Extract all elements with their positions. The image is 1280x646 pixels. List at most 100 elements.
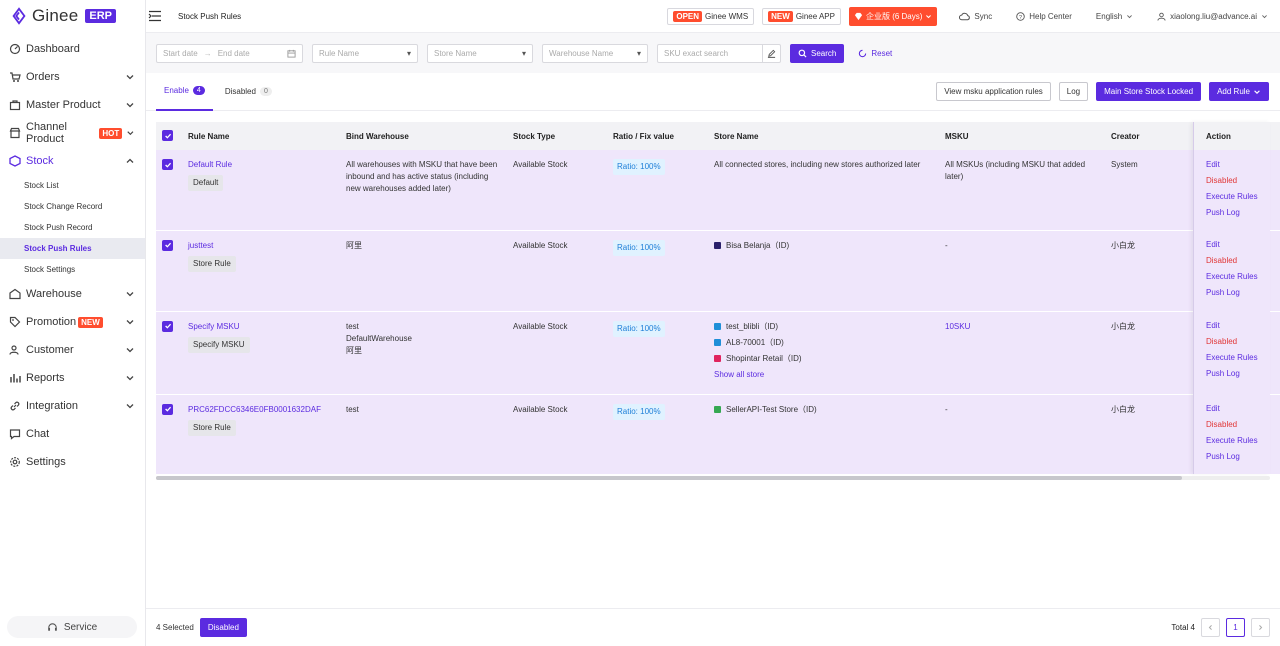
warehouse-name-placeholder: Warehouse Name bbox=[549, 48, 614, 58]
help-icon: ? bbox=[1016, 11, 1025, 20]
edit-link[interactable]: Edit bbox=[1206, 403, 1270, 415]
submenu-stock-push-record[interactable]: Stock Push Record bbox=[0, 217, 145, 238]
log-button[interactable]: Log bbox=[1058, 82, 1089, 101]
edit-link[interactable]: Edit bbox=[1206, 159, 1270, 171]
rule-name-link[interactable]: Specify MSKU bbox=[188, 321, 334, 333]
page-button[interactable]: 1 bbox=[1226, 618, 1245, 637]
next-page-button[interactable] bbox=[1251, 618, 1270, 637]
select-all-checkbox[interactable] bbox=[162, 130, 173, 142]
header-ratio: Ratio / Fix value bbox=[607, 122, 708, 150]
sidebar-item-master-product[interactable]: Master Product bbox=[0, 91, 145, 119]
cart-icon bbox=[9, 71, 21, 83]
rule-name-link[interactable]: Default Rule bbox=[188, 159, 334, 171]
table-row: Default Rule Default All warehouses with… bbox=[156, 150, 1280, 231]
sidebar-item-stock[interactable]: Stock bbox=[0, 147, 145, 175]
logo[interactable]: Ginee ERP bbox=[0, 0, 145, 32]
disable-link[interactable]: Disabled bbox=[1206, 336, 1270, 348]
store-name-select[interactable]: Store Name ▾ bbox=[427, 43, 533, 63]
add-rule-button[interactable]: Add Rule bbox=[1209, 82, 1269, 101]
execute-rules-link[interactable]: Execute Rules bbox=[1206, 191, 1270, 203]
push-log-link[interactable]: Push Log bbox=[1206, 287, 1270, 299]
language-label: English bbox=[1095, 11, 1123, 21]
tab-disabled[interactable]: Disabled 0 bbox=[223, 73, 274, 111]
edit-icon[interactable] bbox=[762, 44, 780, 62]
sidebar-item-warehouse[interactable]: Warehouse bbox=[0, 280, 145, 308]
execute-rules-link[interactable]: Execute Rules bbox=[1206, 435, 1270, 447]
sidebar-item-label: Integration bbox=[26, 400, 78, 412]
chevron-down-icon bbox=[126, 292, 134, 297]
sidebar-item-reports[interactable]: Reports bbox=[0, 364, 145, 392]
row-checkbox[interactable] bbox=[162, 159, 173, 170]
new-badge: NEW bbox=[78, 316, 103, 328]
disable-link[interactable]: Disabled bbox=[1206, 175, 1270, 187]
horizontal-scrollbar[interactable] bbox=[156, 476, 1270, 480]
sidebar-item-dashboard[interactable]: Dashboard bbox=[0, 35, 145, 63]
help-center-link[interactable]: ? Help Center bbox=[1016, 12, 1072, 21]
sidebar-item-promotion[interactable]: Promotion NEW bbox=[0, 308, 145, 336]
submenu-stock-push-rules[interactable]: Stock Push Rules bbox=[0, 238, 145, 259]
push-log-link[interactable]: Push Log bbox=[1206, 368, 1270, 380]
sidebar-item-orders[interactable]: Orders bbox=[0, 63, 145, 91]
sidebar-item-label: Orders bbox=[26, 71, 60, 83]
scrollbar-thumb[interactable] bbox=[156, 476, 1182, 480]
ginee-wms-button[interactable]: OPEN Ginee WMS bbox=[667, 7, 755, 25]
sidebar-item-integration[interactable]: Integration bbox=[0, 392, 145, 420]
menu-toggle-icon[interactable] bbox=[148, 10, 162, 22]
msku-link[interactable]: 10SKU bbox=[945, 322, 970, 331]
language-select[interactable]: English bbox=[1096, 12, 1133, 21]
row-checkbox[interactable] bbox=[162, 320, 173, 332]
push-log-link[interactable]: Push Log bbox=[1206, 207, 1270, 219]
submenu-stock-list[interactable]: Stock List bbox=[0, 175, 145, 196]
warehouse-name-select[interactable]: Warehouse Name ▾ bbox=[542, 43, 648, 63]
search-button[interactable]: Search bbox=[790, 43, 845, 63]
main-panel: Enable 4 Disabled 0 View msku applicatio… bbox=[146, 73, 1280, 608]
user-email: xiaolong.liu@advance.ai bbox=[1170, 11, 1257, 21]
edit-link[interactable]: Edit bbox=[1206, 239, 1270, 251]
disable-link[interactable]: Disabled bbox=[1206, 255, 1270, 267]
store-label: test_blibli（ID) bbox=[726, 321, 779, 331]
rule-name-link[interactable]: justtest bbox=[188, 240, 334, 252]
rule-name-select[interactable]: Rule Name ▾ bbox=[312, 43, 418, 63]
row-checkbox[interactable] bbox=[162, 239, 173, 251]
reset-button[interactable]: Reset bbox=[858, 49, 892, 58]
date-range-picker[interactable]: Start date → End date bbox=[156, 43, 303, 63]
caret-down-icon: ▾ bbox=[521, 48, 526, 58]
sidebar-item-channel-product[interactable]: Channel Product HOT bbox=[0, 119, 145, 147]
reset-label: Reset bbox=[871, 48, 893, 58]
hot-badge: HOT bbox=[99, 127, 123, 139]
submenu-stock-change-record[interactable]: Stock Change Record bbox=[0, 196, 145, 217]
bisa-store-icon bbox=[714, 242, 721, 249]
vip-plan-button[interactable]: 企业版 (6 Days) bbox=[848, 6, 938, 26]
sidebar-item-customer[interactable]: Customer bbox=[0, 336, 145, 364]
chat-icon bbox=[9, 428, 21, 440]
sidebar-item-chat[interactable]: Chat bbox=[0, 420, 145, 448]
disable-link[interactable]: Disabled bbox=[1206, 419, 1270, 431]
user-menu[interactable]: xiaolong.liu@advance.ai bbox=[1157, 12, 1268, 21]
cell-bind-warehouse: 阿里 bbox=[340, 230, 507, 312]
date-separator: → bbox=[203, 48, 212, 58]
prev-page-button[interactable] bbox=[1201, 618, 1220, 637]
execute-rules-link[interactable]: Execute Rules bbox=[1206, 271, 1270, 283]
row-checkbox[interactable] bbox=[162, 403, 173, 415]
view-msku-rules-button[interactable]: View msku application rules bbox=[936, 82, 1051, 101]
service-button[interactable]: Service bbox=[7, 616, 137, 638]
sidebar-item-settings[interactable]: Settings bbox=[0, 448, 145, 476]
tab-enable[interactable]: Enable 4 bbox=[156, 73, 213, 111]
cell-store-name: SellerAPI-Test Store（ID) bbox=[708, 394, 939, 475]
execute-rules-link[interactable]: Execute Rules bbox=[1206, 352, 1270, 364]
main-store-stock-locked-button[interactable]: Main Store Stock Locked bbox=[1096, 82, 1202, 101]
rule-type-tag: Default bbox=[188, 175, 224, 191]
customer-icon bbox=[9, 344, 21, 356]
chevron-down-icon bbox=[126, 103, 134, 108]
push-log-link[interactable]: Push Log bbox=[1206, 451, 1270, 463]
edit-link[interactable]: Edit bbox=[1206, 320, 1270, 332]
brand-badge: ERP bbox=[85, 9, 116, 23]
sku-search-input[interactable]: SKU exact search bbox=[657, 43, 781, 63]
store-label: Bisa Belanja（ID) bbox=[726, 240, 790, 250]
rule-name-link[interactable]: PRC62FDCC6346E0FB0001632DAF bbox=[188, 404, 334, 416]
show-all-store-link[interactable]: Show all store bbox=[714, 369, 933, 381]
ginee-app-button[interactable]: NEW Ginee APP bbox=[762, 7, 841, 25]
submenu-stock-settings[interactable]: Stock Settings bbox=[0, 259, 145, 280]
sync-button[interactable]: Sync bbox=[959, 12, 992, 21]
bulk-disable-button[interactable]: Disabled bbox=[199, 618, 247, 637]
